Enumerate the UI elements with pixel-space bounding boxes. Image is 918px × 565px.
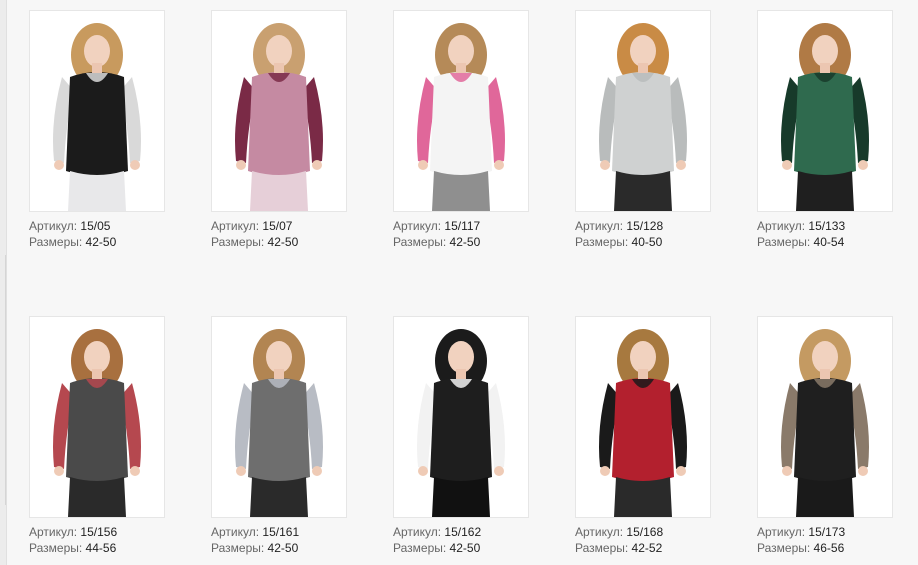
- article-label: Артикул:: [757, 525, 806, 539]
- product-info: Артикул: 15/156 Размеры: 44-56: [29, 524, 189, 556]
- article-label: Артикул:: [393, 219, 442, 233]
- sizes-label: Размеры:: [211, 541, 265, 555]
- model-figure: [576, 317, 710, 517]
- article-label: Артикул:: [575, 525, 624, 539]
- sizes-row: Размеры: 42-50: [211, 540, 371, 556]
- product-photo[interactable]: [575, 10, 711, 212]
- sizes-label: Размеры:: [393, 235, 447, 249]
- model-figure: [758, 317, 892, 517]
- article-label: Артикул:: [757, 219, 806, 233]
- product-photo[interactable]: [575, 316, 711, 518]
- article-label: Артикул:: [211, 219, 260, 233]
- product-photo[interactable]: [211, 10, 347, 212]
- article-value: 15/161: [262, 525, 300, 539]
- sizes-value: 40-54: [813, 235, 845, 249]
- model-figure: [758, 11, 892, 211]
- model-figure: [212, 317, 346, 517]
- product-photo[interactable]: [393, 10, 529, 212]
- article-value: 15/07: [262, 219, 293, 233]
- sizes-value: 42-50: [449, 541, 481, 555]
- sizes-value: 46-56: [813, 541, 845, 555]
- article-row: Артикул: 15/07: [211, 218, 371, 234]
- product-info: Артикул: 15/07 Размеры: 42-50: [211, 218, 371, 250]
- sizes-label: Размеры:: [29, 235, 83, 249]
- product-info: Артикул: 15/128 Размеры: 40-50: [575, 218, 735, 250]
- sizes-row: Размеры: 42-50: [211, 234, 371, 250]
- sizes-row: Размеры: 40-54: [757, 234, 917, 250]
- article-label: Артикул:: [211, 525, 260, 539]
- sizes-value: 42-50: [449, 235, 481, 249]
- sizes-row: Размеры: 42-50: [29, 234, 189, 250]
- article-label: Артикул:: [393, 525, 442, 539]
- product-info: Артикул: 15/161 Размеры: 42-50: [211, 524, 371, 556]
- article-value: 15/173: [808, 525, 846, 539]
- article-value: 15/168: [626, 525, 664, 539]
- article-value: 15/133: [808, 219, 846, 233]
- product-info: Артикул: 15/168 Размеры: 42-52: [575, 524, 735, 556]
- article-row: Артикул: 15/133: [757, 218, 917, 234]
- sizes-value: 42-50: [267, 235, 299, 249]
- sizes-label: Размеры:: [29, 541, 83, 555]
- article-value: 15/128: [626, 219, 664, 233]
- sizes-row: Размеры: 40-50: [575, 234, 735, 250]
- model-figure: [394, 317, 528, 517]
- product-photo[interactable]: [757, 10, 893, 212]
- product-info: Артикул: 15/05 Размеры: 42-50: [29, 218, 189, 250]
- article-row: Артикул: 15/162: [393, 524, 553, 540]
- article-value: 15/117: [444, 219, 481, 233]
- article-row: Артикул: 15/128: [575, 218, 735, 234]
- sizes-value: 42-50: [85, 235, 117, 249]
- sizes-value: 44-56: [85, 541, 117, 555]
- model-figure: [394, 11, 528, 211]
- sizes-label: Размеры:: [575, 541, 629, 555]
- article-label: Артикул:: [575, 219, 624, 233]
- product-photo[interactable]: [757, 316, 893, 518]
- sizes-label: Размеры:: [575, 235, 629, 249]
- sizes-row: Размеры: 42-52: [575, 540, 735, 556]
- sizes-row: Размеры: 42-50: [393, 234, 553, 250]
- model-figure: [30, 317, 164, 517]
- sizes-row: Размеры: 44-56: [29, 540, 189, 556]
- sizes-value: 40-50: [631, 235, 663, 249]
- article-label: Артикул:: [29, 219, 78, 233]
- article-row: Артикул: 15/156: [29, 524, 189, 540]
- model-figure: [212, 11, 346, 211]
- sizes-value: 42-50: [267, 541, 299, 555]
- article-row: Артикул: 15/168: [575, 524, 735, 540]
- article-value: 15/162: [444, 525, 482, 539]
- article-value: 15/156: [80, 525, 118, 539]
- sizes-label: Размеры:: [757, 541, 811, 555]
- article-row: Артикул: 15/117: [393, 218, 553, 234]
- product-info: Артикул: 15/173 Размеры: 46-56: [757, 524, 917, 556]
- model-figure: [30, 11, 164, 211]
- product-photo[interactable]: [29, 10, 165, 212]
- product-info: Артикул: 15/133 Размеры: 40-54: [757, 218, 917, 250]
- article-label: Артикул:: [29, 525, 78, 539]
- article-row: Артикул: 15/161: [211, 524, 371, 540]
- product-info: Артикул: 15/117 Размеры: 42-50: [393, 218, 553, 250]
- product-photo[interactable]: [393, 316, 529, 518]
- article-value: 15/05: [80, 219, 111, 233]
- sizes-label: Размеры:: [757, 235, 811, 249]
- article-row: Артикул: 15/05: [29, 218, 189, 234]
- sizes-row: Размеры: 46-56: [757, 540, 917, 556]
- sizes-label: Размеры:: [393, 541, 447, 555]
- product-info: Артикул: 15/162 Размеры: 42-50: [393, 524, 553, 556]
- product-grid: Артикул: 15/05 Размеры: 42-50 Артикул: 1…: [0, 0, 918, 565]
- sizes-value: 42-52: [631, 541, 663, 555]
- sizes-label: Размеры:: [211, 235, 265, 249]
- sizes-row: Размеры: 42-50: [393, 540, 553, 556]
- product-photo[interactable]: [29, 316, 165, 518]
- article-row: Артикул: 15/173: [757, 524, 917, 540]
- product-photo[interactable]: [211, 316, 347, 518]
- model-figure: [576, 11, 710, 211]
